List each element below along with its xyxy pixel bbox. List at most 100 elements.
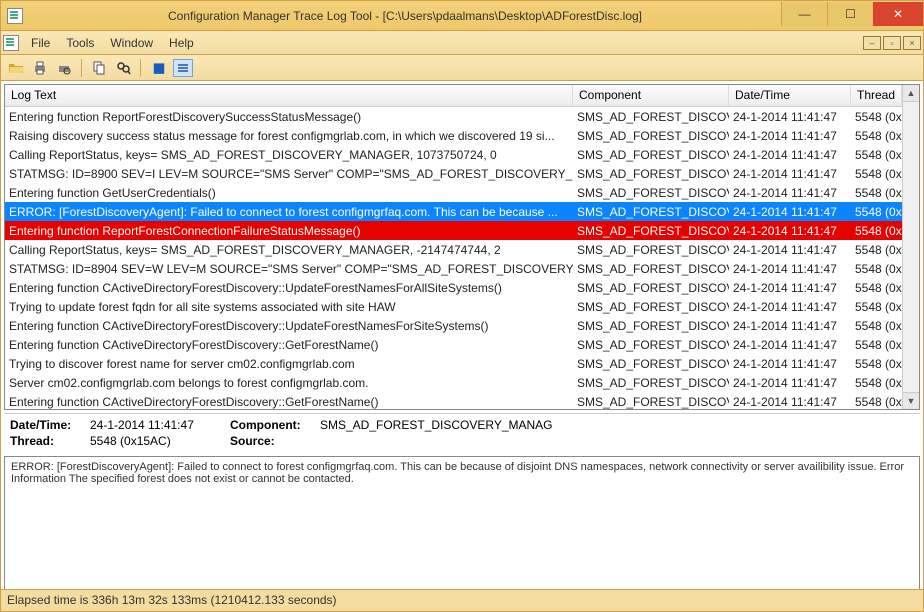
find-icon[interactable] [114,59,132,77]
titlebar[interactable]: Configuration Manager Trace Log Tool - [… [1,1,923,31]
table-row[interactable]: ERROR: [ForestDiscoveryAgent]: Failed to… [5,202,902,221]
print-icon[interactable] [31,59,49,77]
open-icon[interactable] [7,59,25,77]
cell-text: Entering function GetUserCredentials() [5,186,573,200]
cell-datetime: 24-1-2014 11:41:47 [729,129,851,143]
menu-window[interactable]: Window [102,36,161,50]
detail-datetime-label: Date/Time: [10,418,90,432]
cell-text: STATMSG: ID=8904 SEV=W LEV=M SOURCE="SMS… [5,262,573,276]
detail-thread-value: 5548 (0x15AC) [90,434,230,448]
cell-thread: 5548 (0x15AC) [851,319,902,333]
cell-component: SMS_AD_FOREST_DISCOVEI [573,129,729,143]
cell-thread: 5548 (0x15AC) [851,186,902,200]
cell-text: Entering function ReportForestDiscoveryS… [5,110,573,124]
cell-component: SMS_AD_FOREST_DISCOVEI [573,110,729,124]
cell-datetime: 24-1-2014 11:41:47 [729,224,851,238]
table-row[interactable]: Trying to update forest fqdn for all sit… [5,297,902,316]
cell-component: SMS_AD_FOREST_DISCOVEI [573,376,729,390]
menu-help[interactable]: Help [161,36,202,50]
pause-icon[interactable]: ▮▮ [149,59,167,77]
mdi-close-button[interactable]: × [903,36,921,50]
table-row[interactable]: Entering function CActiveDirectoryForest… [5,316,902,335]
col-thread[interactable]: Thread [851,85,902,106]
cell-thread: 5548 (0x15AC) [851,224,902,238]
doc-icon [3,35,19,51]
cell-text: Entering function CActiveDirectoryForest… [5,395,573,409]
mdi-minimize-button[interactable]: – [863,36,881,50]
detail-source-value [320,434,914,448]
col-datetime[interactable]: Date/Time [729,85,851,106]
minimize-button[interactable]: — [781,2,827,26]
copy-icon[interactable] [90,59,108,77]
vertical-scrollbar[interactable]: ▲ ▼ [902,85,919,409]
cell-component: SMS_AD_FOREST_DISCOVEI [573,338,729,352]
table-row[interactable]: Entering function ReportForestConnection… [5,221,902,240]
cell-text: ERROR: [ForestDiscoveryAgent]: Failed to… [5,205,573,219]
scroll-up-icon[interactable]: ▲ [903,85,919,102]
table-row[interactable]: STATMSG: ID=8900 SEV=I LEV=M SOURCE="SMS… [5,164,902,183]
maximize-button[interactable]: ☐ [827,2,873,26]
table-row[interactable]: Trying to discover forest name for serve… [5,354,902,373]
col-log-text[interactable]: Log Text [5,85,573,106]
cell-component: SMS_AD_FOREST_DISCOVEI [573,262,729,276]
cell-text: Raising discovery success status message… [5,129,573,143]
cell-thread: 5548 (0x15AC) [851,281,902,295]
cell-thread: 5548 (0x15AC) [851,262,902,276]
cell-text: STATMSG: ID=8900 SEV=I LEV=M SOURCE="SMS… [5,167,573,181]
mdi-restore-button[interactable]: ▫ [883,36,901,50]
detail-component-value: SMS_AD_FOREST_DISCOVERY_MANAG [320,418,914,432]
table-row[interactable]: Entering function CActiveDirectoryForest… [5,392,902,409]
cell-component: SMS_AD_FOREST_DISCOVEI [573,281,729,295]
cell-component: SMS_AD_FOREST_DISCOVEI [573,186,729,200]
cell-thread: 5548 (0x15AC) [851,167,902,181]
menubar: File Tools Window Help – ▫ × [1,31,923,55]
cell-thread: 5548 (0x15AC) [851,395,902,409]
detail-datetime-value: 24-1-2014 11:41:47 [90,418,230,432]
table-row[interactable]: Server cm02.configmgrlab.com belongs to … [5,373,902,392]
table-row[interactable]: Calling ReportStatus, keys= SMS_AD_FORES… [5,240,902,259]
scroll-down-icon[interactable]: ▼ [903,392,919,409]
table-row[interactable]: Entering function ReportForestDiscoveryS… [5,107,902,126]
cell-datetime: 24-1-2014 11:41:47 [729,300,851,314]
cell-thread: 5548 (0x15AC) [851,376,902,390]
cell-component: SMS_AD_FOREST_DISCOVEI [573,357,729,371]
cell-component: SMS_AD_FOREST_DISCOVEI [573,148,729,162]
detail-thread-label: Thread: [10,434,90,448]
cell-component: SMS_AD_FOREST_DISCOVEI [573,205,729,219]
menu-file[interactable]: File [23,36,58,50]
cell-text: Server cm02.configmgrlab.com belongs to … [5,376,573,390]
cell-datetime: 24-1-2014 11:41:47 [729,357,851,371]
table-row[interactable]: STATMSG: ID=8904 SEV=W LEV=M SOURCE="SMS… [5,259,902,278]
close-button[interactable]: ✕ [873,2,923,26]
cell-text: Entering function ReportForestConnection… [5,224,573,238]
cell-datetime: 24-1-2014 11:41:47 [729,395,851,409]
print-preview-icon[interactable] [55,59,73,77]
cell-text: Entering function CActiveDirectoryForest… [5,338,573,352]
cell-datetime: 24-1-2014 11:41:47 [729,110,851,124]
col-component[interactable]: Component [573,85,729,106]
table-row[interactable]: Calling ReportStatus, keys= SMS_AD_FORES… [5,145,902,164]
cell-datetime: 24-1-2014 11:41:47 [729,148,851,162]
menu-tools[interactable]: Tools [58,36,102,50]
cell-datetime: 24-1-2014 11:41:47 [729,319,851,333]
detail-component-label: Component: [230,418,320,432]
detail-source-label: Source: [230,434,320,448]
table-row[interactable]: Entering function GetUserCredentials()SM… [5,183,902,202]
table-row[interactable]: Entering function CActiveDirectoryForest… [5,335,902,354]
window-title: Configuration Manager Trace Log Tool - [… [29,9,781,23]
cell-thread: 5548 (0x15AC) [851,243,902,257]
cell-datetime: 24-1-2014 11:41:47 [729,262,851,276]
cell-text: Calling ReportStatus, keys= SMS_AD_FORES… [5,243,573,257]
toolbar: ▮▮ [1,55,923,81]
cell-thread: 5548 (0x15AC) [851,357,902,371]
cell-datetime: 24-1-2014 11:41:47 [729,243,851,257]
cell-component: SMS_AD_FOREST_DISCOVEI [573,300,729,314]
grid-header[interactable]: Log Text Component Date/Time Thread [5,85,902,107]
cell-component: SMS_AD_FOREST_DISCOVEI [573,224,729,238]
table-row[interactable]: Raising discovery success status message… [5,126,902,145]
cell-datetime: 24-1-2014 11:41:47 [729,186,851,200]
detail-body[interactable]: ERROR: [ForestDiscoveryAgent]: Failed to… [4,456,920,594]
highlight-icon[interactable] [173,59,193,77]
cell-text: Entering function CActiveDirectoryForest… [5,281,573,295]
table-row[interactable]: Entering function CActiveDirectoryForest… [5,278,902,297]
